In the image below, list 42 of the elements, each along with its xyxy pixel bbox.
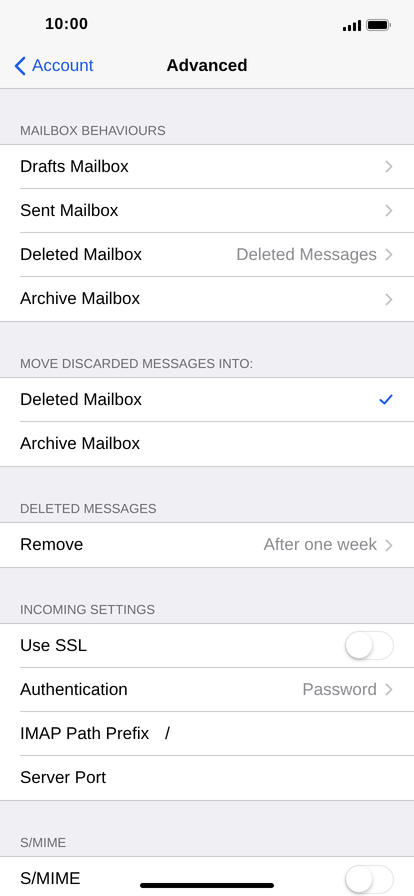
settings-row[interactable]: Archive Mailbox	[20, 277, 414, 321]
option-row[interactable]: Deleted Mailbox	[20, 378, 414, 422]
chevron-icon	[385, 160, 393, 173]
row-label: S/MIME	[20, 869, 80, 889]
row-label: Deleted Mailbox	[20, 390, 142, 410]
chevron-icon	[385, 204, 393, 217]
option-row[interactable]: Archive Mailbox	[20, 422, 414, 466]
section-header: MAILBOX BEHAVIOURS	[20, 123, 166, 138]
field-value: /	[165, 724, 170, 744]
status-time: 10:00	[45, 16, 88, 34]
section-header: DELETED MESSAGES	[20, 501, 157, 516]
chevron-icon	[385, 292, 393, 306]
signal-icon	[343, 20, 361, 30]
back-button[interactable]: Account	[10, 44, 98, 88]
row-label: Remove	[20, 535, 84, 555]
row-label: Use SSL	[20, 636, 88, 656]
section-header: S/MIME	[20, 835, 66, 850]
chevron-icon	[385, 248, 393, 261]
section-header: MOVE DISCARDED MESSAGES INTO:	[20, 356, 254, 371]
chevron-icon	[385, 683, 393, 696]
row-label: IMAP Path Prefix	[20, 724, 150, 744]
nav-title: Advanced	[166, 56, 248, 75]
row-label: Sent Mailbox	[20, 200, 118, 220]
settings-row[interactable]: Drafts Mailbox	[20, 145, 414, 189]
toggle-switch[interactable]	[345, 631, 394, 660]
row-value: After one week	[264, 535, 377, 555]
back-chevron-icon	[14, 56, 26, 76]
battery-icon	[366, 19, 392, 31]
row-value: Deleted Messages	[236, 244, 377, 264]
row-label: Archive Mailbox	[20, 434, 140, 454]
row-value: Password	[302, 680, 377, 700]
section-header: INCOMING SETTINGS	[20, 602, 156, 617]
chevron-icon	[385, 538, 393, 552]
toggle-switch[interactable]	[345, 864, 394, 894]
row-label: Archive Mailbox	[20, 289, 140, 309]
row-label: Authentication	[20, 680, 128, 700]
row-label: Deleted Mailbox	[20, 244, 142, 264]
settings-row[interactable]: Authentication Password	[20, 668, 414, 712]
settings-row[interactable]: Deleted Mailbox Deleted Messages	[20, 233, 414, 277]
row-label: Server Port	[20, 768, 106, 788]
row-label: Drafts Mailbox	[20, 156, 129, 176]
settings-row[interactable]: Sent Mailbox	[20, 189, 414, 233]
